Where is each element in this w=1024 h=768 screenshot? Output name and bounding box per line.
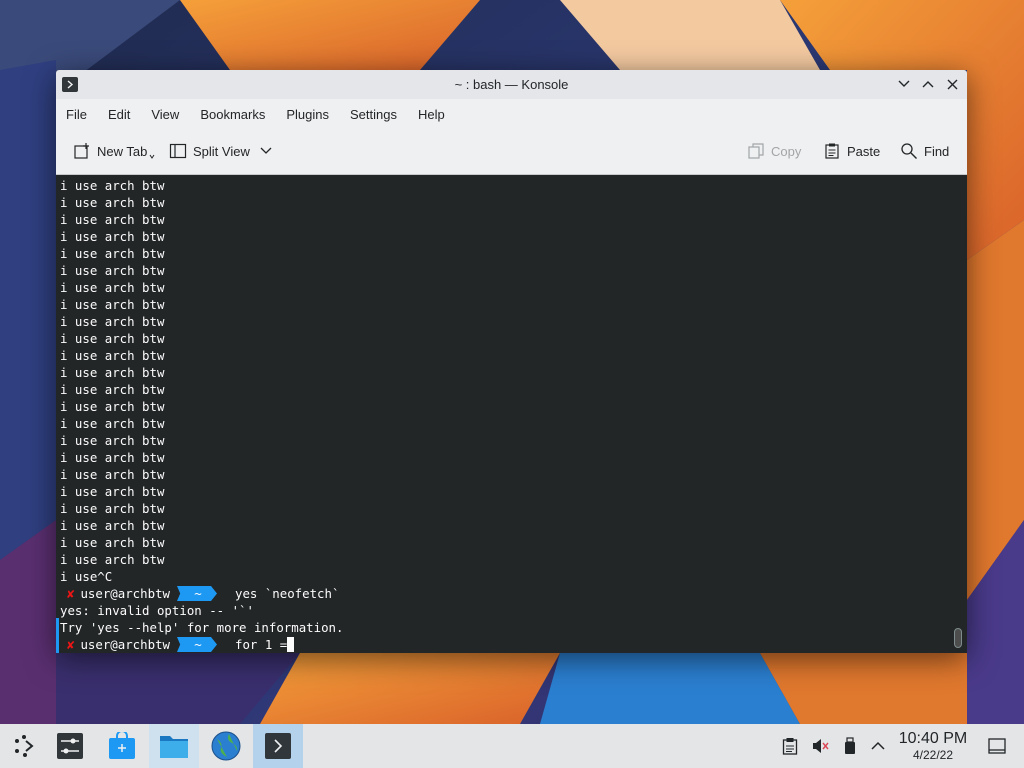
close-icon[interactable] xyxy=(943,75,961,93)
new-tab-button[interactable]: New Tab xyxy=(73,142,155,160)
system-settings-button[interactable] xyxy=(45,724,95,768)
konsole-taskbar-button[interactable] xyxy=(253,724,303,768)
shell-prompt: ✘ user@archbtw ~ yes `neofetch` xyxy=(60,585,967,602)
terminal-line: i use arch btw xyxy=(60,348,165,363)
menu-bookmarks[interactable]: Bookmarks xyxy=(200,107,265,122)
title-bar[interactable]: ~ : bash — Konsole xyxy=(56,70,967,99)
menu-settings[interactable]: Settings xyxy=(350,107,397,122)
terminal-line: i use arch btw xyxy=(60,484,165,499)
split-view-label: Split View xyxy=(193,143,250,159)
system-settings-icon xyxy=(57,733,83,759)
terminal-line: i use arch btw xyxy=(60,535,165,550)
text-cursor xyxy=(287,637,295,652)
menu-view[interactable]: View xyxy=(151,107,179,122)
terminal-output-line: yes: invalid option -- '`' xyxy=(60,603,254,618)
window-title: ~ : bash — Konsole xyxy=(454,77,569,92)
menu-file[interactable]: File xyxy=(66,107,87,122)
scrollbar-handle[interactable] xyxy=(954,628,962,648)
terminal-focus-marker xyxy=(56,618,59,653)
new-tab-icon xyxy=(74,143,89,159)
clock-date: 4/22/22 xyxy=(912,748,954,762)
prompt-user: user@archbtw xyxy=(80,637,170,652)
terminal-line: i use arch btw xyxy=(60,416,165,431)
discover-button[interactable] xyxy=(97,724,147,768)
terminal-output-line: Try 'yes --help' for more information. xyxy=(60,620,344,635)
application-launcher-button[interactable] xyxy=(0,724,50,768)
paste-icon xyxy=(825,143,839,159)
menu-edit[interactable]: Edit xyxy=(108,107,130,122)
terminal-line: i use arch btw xyxy=(60,297,165,312)
find-button[interactable]: Find xyxy=(900,142,949,160)
copy-icon xyxy=(748,143,764,159)
taskbar: 10:40 PM 4/22/22 xyxy=(0,724,1024,768)
terminal-line: i use arch btw xyxy=(60,314,165,329)
toolbar: New Tab Split View Copy Paste Find xyxy=(56,129,967,175)
konsole-window: ~ : bash — Konsole File Edit View Bookma… xyxy=(56,70,967,653)
menu-bar: File Edit View Bookmarks Plugins Setting… xyxy=(56,99,967,129)
search-icon xyxy=(901,143,917,159)
split-view-button[interactable]: Split View xyxy=(169,142,278,160)
terminal-line: i use arch btw xyxy=(60,195,165,210)
prompt-directory: ~ xyxy=(177,637,217,652)
usb-drive-icon[interactable] xyxy=(841,737,859,755)
prompt-user: user@archbtw xyxy=(80,586,170,601)
terminal-line: i use arch btw xyxy=(60,178,165,193)
terminal-line: i use arch btw xyxy=(60,212,165,227)
menu-plugins[interactable]: Plugins xyxy=(286,107,329,122)
show-desktop-icon[interactable] xyxy=(988,737,1006,755)
terminal-line: i use arch btw xyxy=(60,246,165,261)
error-status-icon: ✘ xyxy=(67,637,75,652)
chevron-down-icon xyxy=(260,147,272,154)
konsole-app-icon[interactable] xyxy=(62,77,78,92)
minimize-chevron-down-icon[interactable] xyxy=(895,75,913,93)
menu-help[interactable]: Help xyxy=(418,107,445,122)
terminal-line: i use arch btw xyxy=(60,280,165,295)
firefox-button[interactable] xyxy=(201,724,251,768)
new-tab-label: New Tab xyxy=(97,143,148,159)
terminal-line: i use arch btw xyxy=(60,399,165,414)
error-status-icon: ✘ xyxy=(67,586,75,601)
terminal-line: i use arch btw xyxy=(60,552,165,567)
terminal-line: i use arch btw xyxy=(60,382,165,397)
folder-icon xyxy=(160,736,188,758)
maximize-chevron-up-icon[interactable] xyxy=(919,75,937,93)
terminal-line: i use arch btw xyxy=(60,229,165,244)
dropdown-arrow-icon xyxy=(149,154,155,159)
tray-expand-icon[interactable] xyxy=(869,737,887,755)
dolphin-button[interactable] xyxy=(149,724,199,768)
terminal-line: i use arch btw xyxy=(60,450,165,465)
terminal-view[interactable]: i use arch btw i use arch btw i use arch b… xyxy=(56,175,967,653)
shell-prompt-current: ✘ user@archbtw ~ for 1 = xyxy=(60,636,967,653)
clock-time: 10:40 PM xyxy=(898,730,968,747)
terminal-line: i use arch btw xyxy=(60,365,165,380)
konsole-icon xyxy=(265,733,291,759)
terminal-line: i use arch btw xyxy=(60,263,165,278)
clipboard-icon[interactable] xyxy=(781,737,799,755)
terminal-line: i use arch btw xyxy=(60,331,165,346)
copy-button[interactable]: Copy xyxy=(747,142,801,160)
terminal-line: i use arch btw xyxy=(60,518,165,533)
web-browser-globe-icon xyxy=(211,731,241,761)
prompt-command: yes `neofetch` xyxy=(235,586,340,601)
digital-clock[interactable]: 10:40 PM 4/22/22 xyxy=(896,730,970,762)
terminal-line: i use arch btw xyxy=(60,467,165,482)
find-label: Find xyxy=(924,143,950,159)
split-view-icon xyxy=(169,143,187,159)
terminal-line: i use^C xyxy=(60,569,113,584)
terminal-line: i use arch btw xyxy=(60,433,165,448)
prompt-directory: ~ xyxy=(177,586,217,601)
volume-muted-icon[interactable] xyxy=(811,737,829,755)
paste-button[interactable]: Paste xyxy=(823,142,880,160)
discover-icon xyxy=(109,732,135,759)
copy-label: Copy xyxy=(771,143,802,159)
application-launcher-icon xyxy=(15,735,34,757)
prompt-command-input[interactable]: for 1 = xyxy=(235,636,287,653)
paste-label: Paste xyxy=(847,143,881,159)
terminal-line: i use arch btw xyxy=(60,501,165,516)
